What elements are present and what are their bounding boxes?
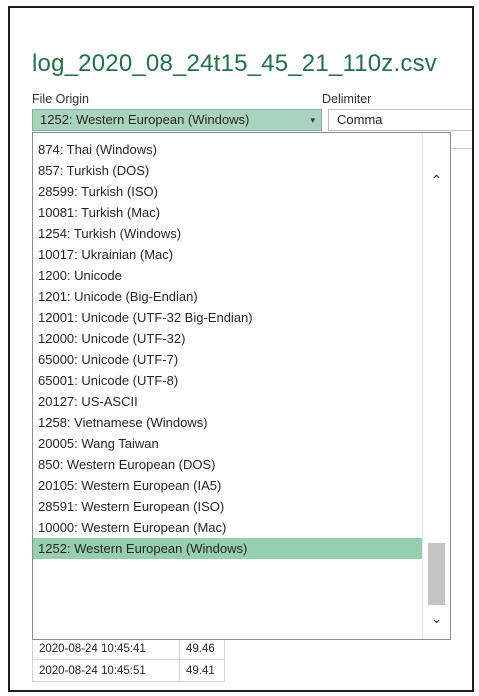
table-row: 2020-08-24 10:45:51 49.41 <box>32 660 225 682</box>
dropdown-option[interactable]: 850: Western European (DOS) <box>33 454 423 475</box>
dropdown-option-selected[interactable]: 1252: Western European (Windows) <box>33 538 423 559</box>
file-origin-dropdown-list[interactable]: 874: Thai (Windows) 857: Turkish (DOS) 2… <box>32 132 451 640</box>
scrollbar[interactable]: ⌃ ⌄ <box>422 133 450 639</box>
chevron-down-icon[interactable]: ▾ <box>310 110 315 130</box>
dropdown-option[interactable]: 12000: Unicode (UTF-32) <box>33 328 423 349</box>
table-cell: 49.46 <box>180 638 225 659</box>
dropdown-option[interactable]: 874: Thai (Windows) <box>33 139 423 160</box>
dropdown-option[interactable]: 20127: US-ASCII <box>33 391 423 412</box>
table-row: 2020-08-24 10:45:41 49.46 <box>32 638 225 660</box>
dropdown-option[interactable]: 20005: Wang Taiwan <box>33 433 423 454</box>
dropdown-option[interactable]: 1254: Turkish (Windows) <box>33 223 423 244</box>
dropdown-option[interactable]: 65000: Unicode (UTF-7) <box>33 349 423 370</box>
delimiter-select[interactable]: Comma <box>328 109 472 131</box>
chevron-down-icon[interactable]: ⌄ <box>423 607 450 629</box>
file-title: log_2020_08_24t15_45_21_110z.csv <box>32 50 437 77</box>
dropdown-option[interactable]: 857: Turkish (DOS) <box>33 160 423 181</box>
dropdown-option[interactable]: 1200: Unicode <box>33 265 423 286</box>
scrollbar-thumb[interactable] <box>428 543 445 605</box>
chevron-up-icon[interactable]: ⌃ <box>423 169 450 191</box>
file-origin-value: 1252: Western European (Windows) <box>40 112 250 127</box>
dropdown-option[interactable]: 1201: Unicode (Big-Endian) <box>33 286 423 307</box>
delimiter-label: Delimiter <box>322 92 372 106</box>
dropdown-option[interactable]: 10000: Western European (Mac) <box>33 517 423 538</box>
dropdown-options: 874: Thai (Windows) 857: Turkish (DOS) 2… <box>33 139 450 559</box>
preview-table: 2020-08-24 10:45:41 49.46 2020-08-24 10:… <box>32 638 225 682</box>
import-dialog: log_2020_08_24t15_45_21_110z.csv File Or… <box>8 6 474 692</box>
dropdown-option[interactable]: 10017: Ukrainian (Mac) <box>33 244 423 265</box>
table-cell: 49.41 <box>180 660 225 681</box>
file-origin-select[interactable]: 1252: Western European (Windows) ▾ <box>32 109 322 131</box>
dropdown-option[interactable]: 1258: Vietnamese (Windows) <box>33 412 423 433</box>
dropdown-option[interactable]: 28599: Turkish (ISO) <box>33 181 423 202</box>
file-origin-label: File Origin <box>32 92 89 106</box>
dropdown-option[interactable]: 12001: Unicode (UTF-32 Big-Endian) <box>33 307 423 328</box>
dropdown-option[interactable]: 28591: Western European (ISO) <box>33 496 423 517</box>
dropdown-option[interactable]: 20105: Western European (IA5) <box>33 475 423 496</box>
dropdown-option[interactable]: 65001: Unicode (UTF-8) <box>33 370 423 391</box>
table-cell: 2020-08-24 10:45:51 <box>32 660 180 681</box>
table-cell: 2020-08-24 10:45:41 <box>32 638 180 659</box>
delimiter-value: Comma <box>337 112 383 127</box>
dropdown-option[interactable]: 10081: Turkish (Mac) <box>33 202 423 223</box>
